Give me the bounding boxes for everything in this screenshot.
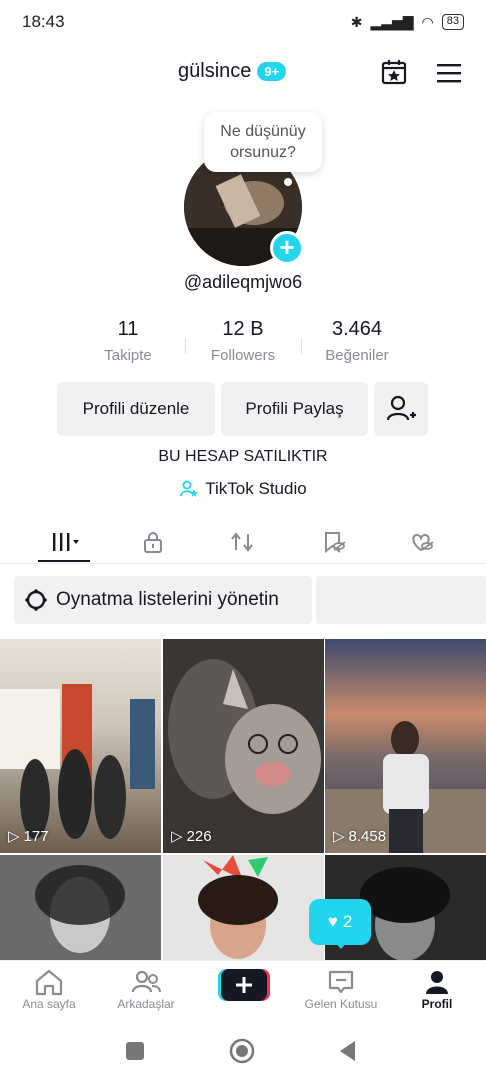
content-tabs [0,520,486,564]
studio-icon [180,480,199,497]
wifi-icon: ◠ [421,13,434,30]
video-thumbnail-image [325,721,486,853]
username: gülsince [178,60,252,82]
home-icon [35,969,63,996]
profile-stats: 11 Takipte 12 B Followers 3.464 Beğenile… [0,318,486,368]
note-line-2: orsunuz? [230,144,296,161]
video-thumbnail-image [0,684,155,839]
stat-label: Takipte [104,347,152,364]
nav-profile-label: Profil [421,997,453,1011]
tiktok-studio-link[interactable]: TikTok Studio [0,479,486,499]
nav-inbox[interactable]: Gelen Kutusu [296,967,386,1011]
playlist-placeholder [316,576,486,624]
heart-hidden-icon [412,533,434,552]
video-thumbnail[interactable]: ▷ 226 [163,639,324,853]
nav-friends[interactable]: Arkadaşlar [101,967,191,1011]
repost-icon [231,532,253,552]
signal-icon: ▂▃▅▇ [370,13,414,30]
bottom-nav: Ana sayfa Arkadaşlar Gelen Kutusu Profil [0,960,486,1022]
play-icon: ▷ [171,828,183,845]
video-thumbnail-image [35,865,125,953]
stat-label: Beğeniler [325,347,389,364]
active-tab-indicator [38,560,90,562]
bluetooth-icon: ✱ [350,13,363,30]
menu-icon[interactable] [436,62,462,84]
video-thumbnail[interactable]: ▷ 177 [0,639,161,853]
profile-bio: BU HESAP SATILIKTIR [158,448,328,465]
profile-header: gülsince 9+ [0,52,486,96]
note-bubble-tail [284,178,292,186]
nav-home-label: Ana sayfa [22,997,76,1011]
add-user-icon [386,395,416,421]
video-thumbnail-image [198,855,278,959]
tab-reposts[interactable] [217,520,267,564]
stat-label: Followers [210,347,276,364]
playlist-icon [25,589,47,611]
profile-icon [426,971,448,994]
nav-friends-label: Arkadaşlar [117,997,175,1011]
stat-value: 3.464 [331,318,383,340]
stat-followers[interactable]: 12 B Followers [188,318,298,364]
account-switcher[interactable]: gülsince 9+ [178,60,287,83]
stat-value: 12 B [222,318,264,340]
nav-inbox-label: Gelen Kutusu [304,997,378,1011]
profile-handle: @adileqmjwo6 [183,272,303,292]
status-bar: 18:43 ✱ ▂▃▅▇ ◠ 83 [0,0,486,44]
create-button[interactable] [218,969,270,1001]
video-thumbnail[interactable]: ▷ 8.458 [325,639,486,853]
back-icon[interactable] [337,1039,359,1063]
play-icon: ▷ [333,828,345,845]
stat-likes[interactable]: 3.464 Beğeniler [302,318,412,364]
nav-home[interactable]: Ana sayfa [4,967,94,1011]
tab-private[interactable] [128,520,178,564]
stat-following[interactable]: 11 Takipte [73,318,183,364]
tab-videos[interactable] [40,520,90,564]
manage-playlists-label: Oynatma listelerini yönetin [56,589,279,610]
manage-playlists-button[interactable]: Oynatma listelerini yönetin [14,576,312,624]
stat-divider [185,338,186,354]
inbox-icon [328,970,354,994]
tab-liked[interactable] [397,520,447,564]
video-thumbnail[interactable] [163,855,324,960]
tab-favorites[interactable] [309,520,359,564]
calendar-star-icon[interactable] [380,58,408,86]
play-icon: ▷ [8,828,20,845]
video-thumbnail[interactable] [0,855,161,960]
video-thumbnail-image [168,659,321,814]
like-count: 2 [342,912,353,931]
share-profile-button[interactable]: Profili Paylaş [221,382,368,436]
notification-badge: 9+ [257,62,287,81]
heart-icon: ♥ [327,912,338,931]
plus-icon [218,969,270,1001]
add-photo-button[interactable]: + [270,231,304,265]
battery-icon: 83 [441,14,464,30]
lock-icon [144,532,162,553]
system-nav-bar [0,1022,486,1080]
note-bubble[interactable]: Ne düşünüy orsunuz? [204,112,322,172]
like-notification[interactable]: ♥ 2 [309,899,371,945]
like-notification-tail [334,941,348,949]
view-count: ▷ 226 [171,827,212,846]
note-line-1: Ne düşünüy [220,123,306,140]
home-circle-icon[interactable] [229,1038,255,1064]
edit-profile-button[interactable]: Profili düzenle [57,382,215,436]
studio-label: TikTok Studio [205,479,307,498]
friends-icon [131,970,161,993]
add-friend-button[interactable] [374,382,428,436]
status-time: 18:43 [22,12,65,31]
stat-value: 11 [117,318,139,340]
view-count: ▷ 8.458 [333,827,387,846]
view-count: ▷ 177 [8,827,49,846]
nav-profile[interactable]: Profil [392,967,482,1011]
recents-icon[interactable] [124,1040,146,1062]
bookmark-hidden-icon [325,532,346,554]
videos-grid-icon [53,533,79,551]
